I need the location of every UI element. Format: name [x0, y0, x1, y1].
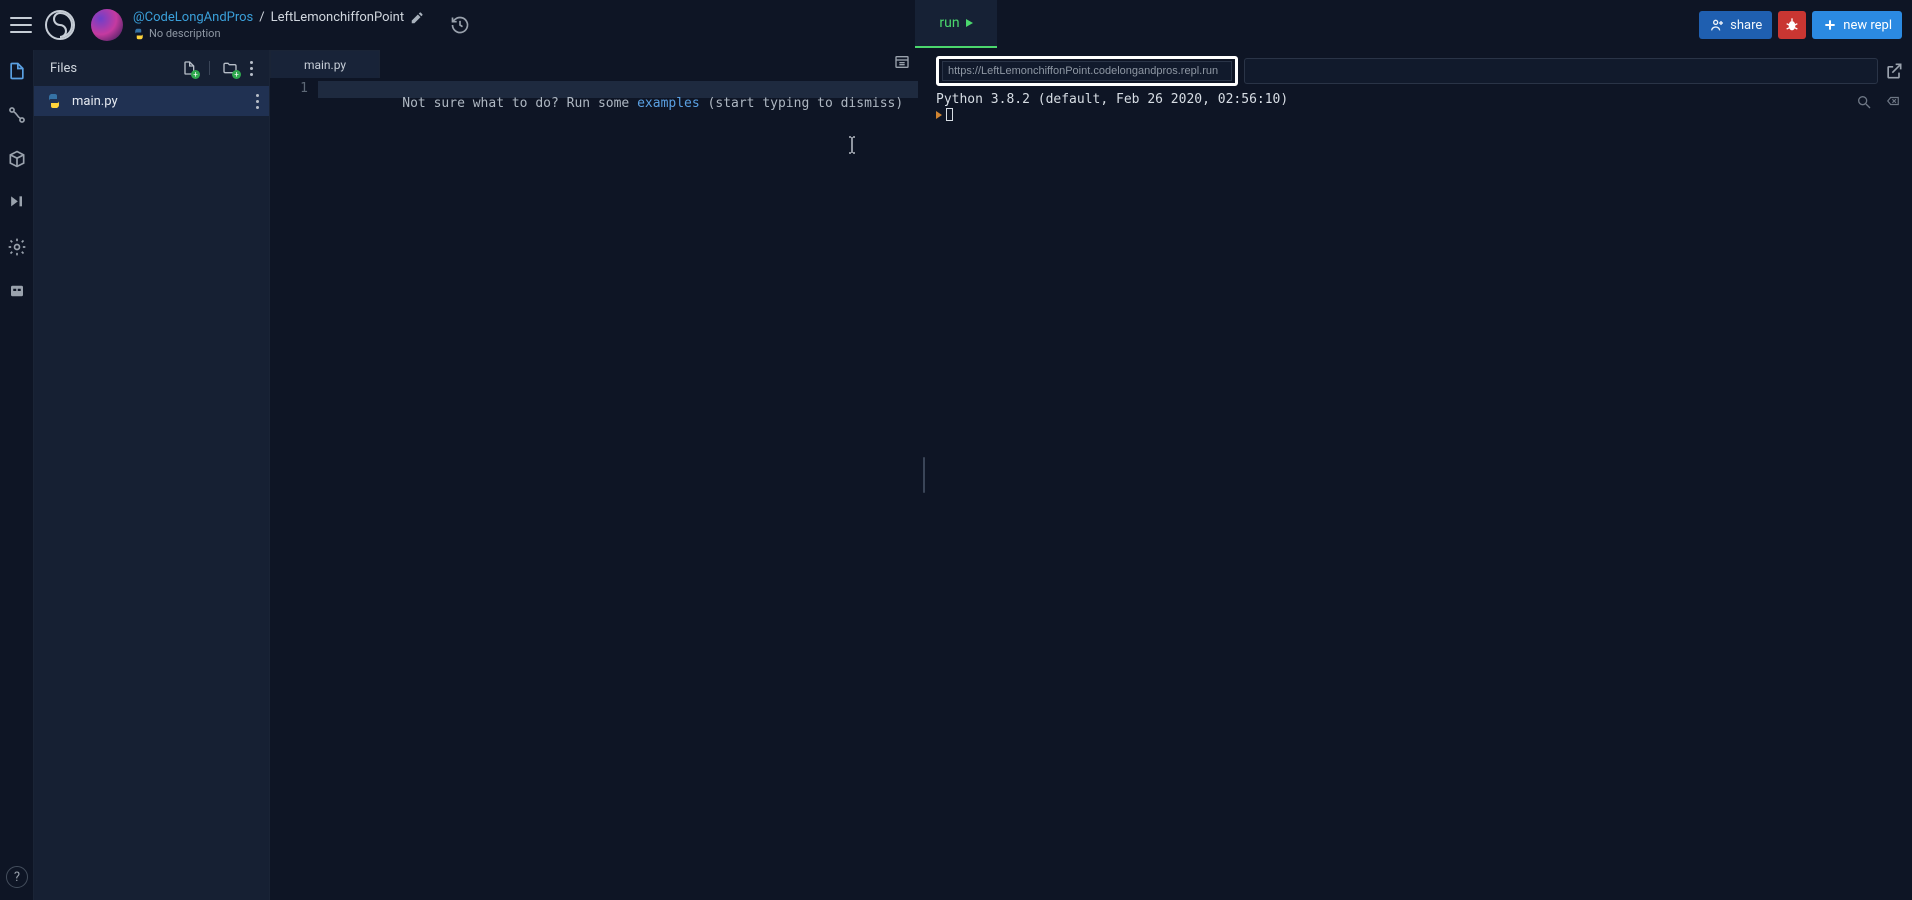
editor-area: main.py 1 Not sure what to do? Run some … — [270, 50, 918, 900]
share-button[interactable]: share — [1699, 11, 1772, 39]
packages-rail-icon[interactable] — [6, 148, 28, 170]
debugger-rail-icon[interactable] — [6, 192, 28, 214]
console-search-icon[interactable] — [1856, 94, 1872, 110]
open-external-icon[interactable] — [1884, 61, 1904, 81]
console-terminal[interactable]: Python 3.8.2 (default, Feb 26 2020, 02:5… — [930, 88, 1912, 900]
main-area: ? Files + + — [0, 50, 1912, 900]
file-item-label: main.py — [72, 94, 118, 109]
separator — [209, 61, 210, 75]
python-badge-icon — [133, 28, 145, 40]
line-number: 1 — [270, 81, 308, 96]
run-button[interactable]: run — [915, 0, 997, 48]
files-rail-icon[interactable] — [6, 60, 28, 82]
repl-name: LeftLemonchiffonPoint — [271, 10, 404, 25]
title-slash: / — [259, 10, 264, 25]
replit-logo-icon[interactable] — [44, 9, 76, 41]
files-panel-title: Files — [50, 61, 77, 76]
repl-description: No description — [149, 27, 221, 40]
text-cursor-icon — [847, 136, 857, 154]
debug-button[interactable] — [1778, 11, 1806, 39]
help-button[interactable]: ? — [6, 866, 28, 888]
play-icon — [966, 19, 973, 27]
console-prompt-line — [936, 107, 1902, 122]
run-label: run — [939, 15, 959, 31]
highlighted-url-box — [936, 56, 1238, 86]
placeholder-text-after: (start typing to dismiss) — [700, 96, 904, 111]
version-control-rail-icon[interactable] — [6, 104, 28, 126]
files-more-icon[interactable] — [250, 61, 253, 76]
repl-title-block: @CodeLongAndPros / LeftLemonchiffonPoint… — [133, 10, 424, 40]
panel-splitter[interactable] — [918, 50, 930, 900]
user-link[interactable]: @CodeLongAndPros — [133, 10, 253, 25]
share-label: share — [1730, 18, 1762, 33]
history-icon[interactable] — [442, 7, 478, 43]
url-bar-extension[interactable] — [1244, 58, 1878, 84]
repl-url-input[interactable] — [942, 61, 1232, 81]
code-editor[interactable]: 1 Not sure what to do? Run some examples… — [270, 78, 918, 900]
database-rail-icon[interactable] — [6, 280, 28, 302]
url-row — [930, 50, 1912, 88]
settings-rail-icon[interactable] — [6, 236, 28, 258]
python-file-icon — [46, 93, 62, 109]
share-person-icon — [1709, 17, 1725, 33]
tab-bar: main.py — [270, 50, 918, 78]
placeholder-text-before: Not sure what to do? Run some — [402, 96, 637, 111]
new-repl-label: new repl — [1843, 18, 1892, 33]
bug-icon — [1784, 17, 1800, 33]
new-repl-button[interactable]: new repl — [1812, 11, 1902, 39]
top-header: @CodeLongAndPros / LeftLemonchiffonPoint… — [0, 0, 1912, 50]
user-avatar[interactable] — [91, 9, 123, 41]
hamburger-menu-icon[interactable] — [10, 13, 34, 37]
new-folder-icon[interactable]: + — [222, 60, 238, 76]
edit-pencil-icon[interactable] — [410, 11, 424, 25]
left-rail: ? — [0, 50, 34, 900]
files-panel-header: Files + + — [34, 50, 269, 86]
plus-icon — [1822, 17, 1838, 33]
prompt-arrow-icon — [936, 111, 942, 119]
file-item-main-py[interactable]: main.py — [34, 86, 269, 116]
examples-link[interactable]: examples — [637, 96, 700, 111]
tab-main-py[interactable]: main.py — [270, 50, 380, 78]
line-gutter: 1 — [270, 78, 318, 900]
console-version-line: Python 3.8.2 (default, Feb 26 2020, 02:5… — [936, 92, 1902, 107]
new-file-icon[interactable]: + — [181, 60, 197, 76]
files-panel: Files + + main.p — [34, 50, 270, 900]
layout-toggle-icon[interactable] — [894, 54, 910, 70]
console-caret — [946, 108, 953, 121]
console-clear-icon[interactable] — [1884, 94, 1900, 110]
file-item-more-icon[interactable] — [256, 94, 259, 109]
file-list: main.py — [34, 86, 269, 900]
console-pane: Python 3.8.2 (default, Feb 26 2020, 02:5… — [930, 50, 1912, 900]
